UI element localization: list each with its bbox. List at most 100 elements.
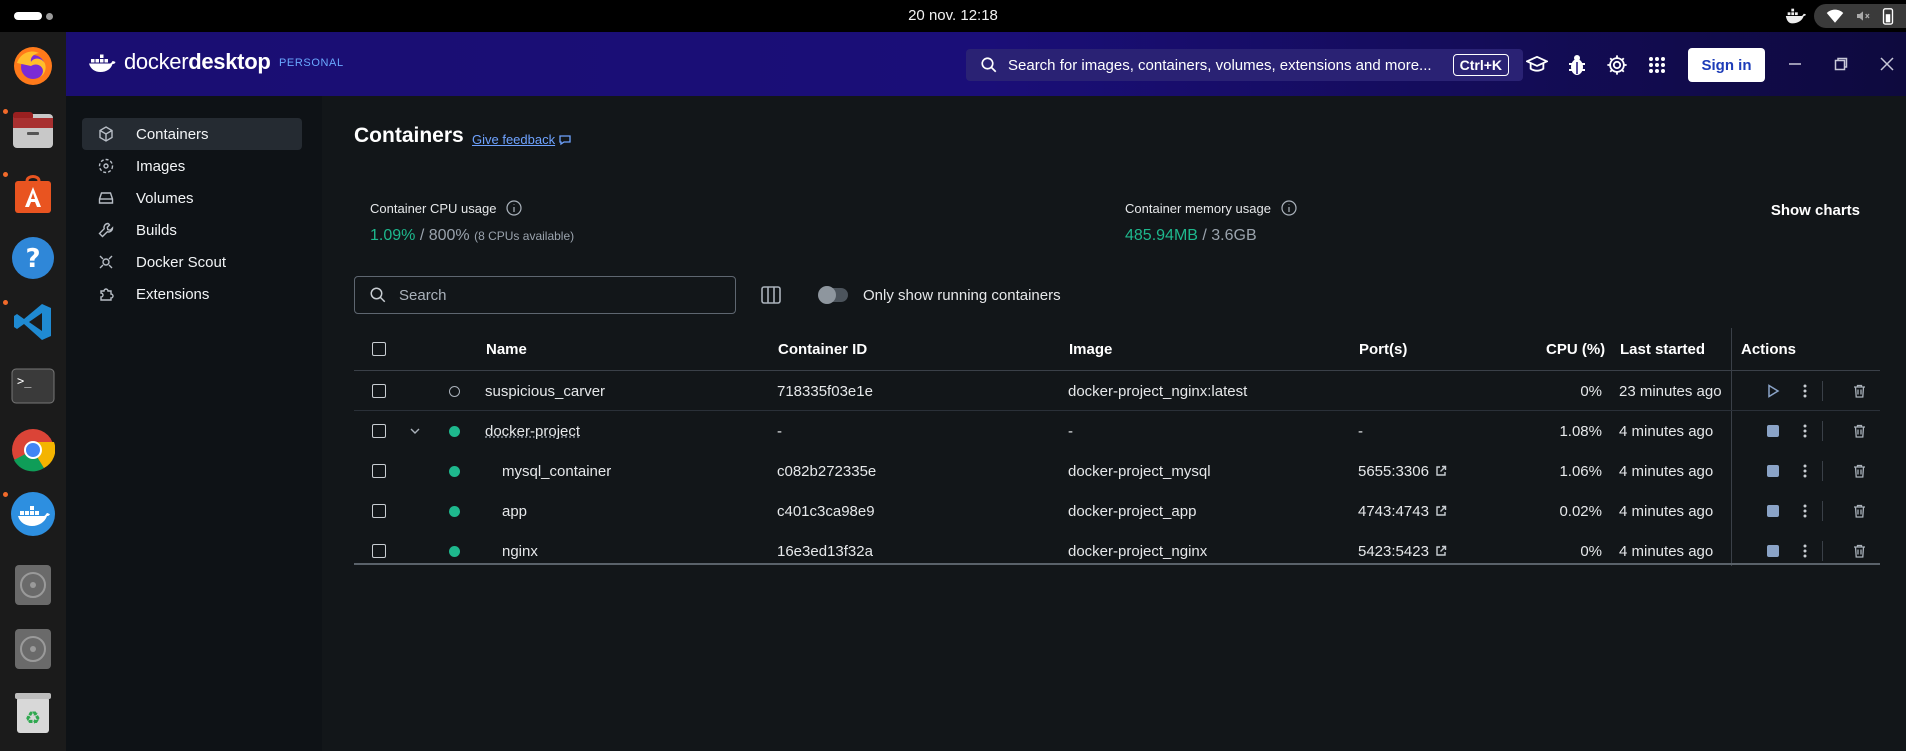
container-image[interactable]: docker-project_mysql <box>1068 451 1211 491</box>
header-name[interactable]: Name <box>486 328 527 370</box>
header-last-started[interactable]: Last started <box>1620 328 1705 370</box>
delete-icon[interactable] <box>1851 423 1867 439</box>
sidebar-item-volumes[interactable]: Volumes <box>82 182 302 214</box>
container-name[interactable]: app <box>502 491 527 531</box>
close-icon[interactable] <box>1875 52 1899 76</box>
external-link-icon[interactable] <box>1435 545 1447 557</box>
container-name[interactable]: docker-project <box>485 411 580 451</box>
learning-center-icon[interactable] <box>1525 53 1549 77</box>
chevron-down-icon[interactable] <box>409 411 421 451</box>
sidebar-item-containers[interactable]: Containers <box>82 118 302 150</box>
table-row[interactable]: nginx 16e3ed13f32a docker-project_nginx 542… <box>354 531 1880 571</box>
container-name[interactable]: mysql_container <box>502 451 611 491</box>
bug-report-icon[interactable] <box>1565 53 1589 77</box>
container-name[interactable]: nginx <box>502 531 538 571</box>
svg-text:>_: >_ <box>17 374 32 388</box>
stop-icon[interactable] <box>1765 423 1781 439</box>
stop-icon[interactable] <box>1765 503 1781 519</box>
system-status-menu[interactable] <box>1814 4 1906 28</box>
maximize-icon[interactable] <box>1829 52 1853 76</box>
terminal-icon[interactable]: >_ <box>10 363 56 409</box>
docker-tray-icon[interactable] <box>1784 5 1806 27</box>
table-row[interactable]: mysql_container c082b272335e docker-projec… <box>354 451 1880 491</box>
system-top-bar: 20 nov. 12:18 <box>0 0 1906 32</box>
container-search[interactable] <box>354 276 736 314</box>
sidebar-item-images[interactable]: Images <box>82 150 302 182</box>
global-search-bar[interactable]: Search for images, containers, volumes, … <box>966 49 1523 81</box>
columns-toggle-icon[interactable] <box>760 284 782 306</box>
delete-icon[interactable] <box>1851 543 1867 559</box>
more-options-icon[interactable] <box>1797 383 1813 399</box>
external-link-icon[interactable] <box>1435 465 1447 477</box>
info-icon[interactable] <box>1281 200 1297 216</box>
external-link-icon[interactable] <box>1435 505 1447 517</box>
show-charts-button[interactable]: Show charts <box>1771 202 1860 219</box>
stop-icon[interactable] <box>1765 543 1781 559</box>
container-image[interactable]: docker-project_nginx <box>1068 531 1207 571</box>
files-icon[interactable] <box>10 107 56 153</box>
docker-desktop-dock-icon[interactable] <box>10 491 56 537</box>
containers-view: Containers Give feedback Container CPU u… <box>322 96 1906 751</box>
docker-logo[interactable]: dockerdesktop <box>88 49 271 75</box>
software-center-icon[interactable] <box>10 171 56 217</box>
row-checkbox[interactable] <box>372 531 386 571</box>
play-icon[interactable] <box>1765 383 1781 399</box>
system-clock[interactable]: 20 nov. 12:18 <box>0 7 1906 24</box>
give-feedback-link[interactable]: Give feedback <box>472 132 571 147</box>
minimize-icon[interactable] <box>1783 52 1807 76</box>
sidebar-item-builds[interactable]: Builds <box>82 214 302 246</box>
firefox-icon[interactable] <box>10 43 56 89</box>
select-all-checkbox[interactable] <box>372 328 386 370</box>
sidebar-item-extensions[interactable]: Extensions <box>82 278 302 310</box>
table-row[interactable]: suspicious_carver 718335f03e1e docker-proj… <box>354 371 1880 411</box>
status-indicator <box>449 451 460 491</box>
disk-drive-icon[interactable] <box>10 626 56 672</box>
container-cpu: 1.08% <box>1559 422 1602 440</box>
vscode-icon[interactable] <box>10 299 56 345</box>
delete-icon[interactable] <box>1851 503 1867 519</box>
sidebar-item-label: Extensions <box>136 285 210 303</box>
settings-gear-icon[interactable] <box>1605 53 1629 77</box>
sign-in-button[interactable]: Sign in <box>1688 48 1765 82</box>
help-icon[interactable]: ? <box>10 235 56 281</box>
container-image[interactable]: docker-project_nginx:latest <box>1068 371 1247 411</box>
header-image[interactable]: Image <box>1069 328 1112 370</box>
container-ports[interactable]: 4743:4743 <box>1358 491 1447 531</box>
row-checkbox[interactable] <box>372 411 386 451</box>
stop-icon[interactable] <box>1765 463 1781 479</box>
volumes-icon <box>98 190 114 206</box>
container-name[interactable]: suspicious_carver <box>485 371 605 411</box>
container-ports[interactable]: 5423:5423 <box>1358 531 1447 571</box>
disk-drive-icon[interactable] <box>10 562 56 608</box>
memory-usage-label: Container memory usage <box>1125 200 1297 216</box>
info-icon[interactable] <box>506 200 523 216</box>
container-id: 718335f03e1e <box>777 382 873 400</box>
more-options-icon[interactable] <box>1797 423 1813 439</box>
row-checkbox[interactable] <box>372 451 386 491</box>
row-checkbox[interactable] <box>372 491 386 531</box>
application-dock: ? >_ ♻ <box>0 32 66 751</box>
trash-icon[interactable]: ♻ <box>10 690 56 736</box>
header-container-id[interactable]: Container ID <box>778 328 867 370</box>
header-ports[interactable]: Port(s) <box>1359 328 1407 370</box>
sidebar-item-docker-scout[interactable]: Docker Scout <box>82 246 302 278</box>
search-icon <box>981 57 997 73</box>
more-options-icon[interactable] <box>1797 503 1813 519</box>
header-cpu[interactable]: CPU (%) <box>1546 328 1605 370</box>
table-row-group[interactable]: docker-project - - - 1.08% 4 minutes ago <box>354 411 1880 451</box>
delete-icon[interactable] <box>1851 463 1867 479</box>
delete-icon[interactable] <box>1851 383 1867 399</box>
container-image[interactable]: docker-project_app <box>1068 491 1196 531</box>
running-only-toggle[interactable] <box>818 286 848 304</box>
toggle-knob <box>818 286 836 304</box>
container-ports[interactable]: 5655:3306 <box>1358 451 1447 491</box>
app-header: dockerdesktop PERSONAL Search for images… <box>66 32 1906 96</box>
more-options-icon[interactable] <box>1797 463 1813 479</box>
row-checkbox[interactable] <box>372 371 386 411</box>
container-search-input[interactable] <box>399 286 719 304</box>
chrome-icon[interactable] <box>10 427 56 473</box>
extensions-grid-icon[interactable] <box>1645 53 1669 77</box>
table-row[interactable]: app c401c3ca98e9 docker-project_app 4743:47… <box>354 491 1880 531</box>
container-last-started: 4 minutes ago <box>1619 542 1714 560</box>
more-options-icon[interactable] <box>1797 543 1813 559</box>
